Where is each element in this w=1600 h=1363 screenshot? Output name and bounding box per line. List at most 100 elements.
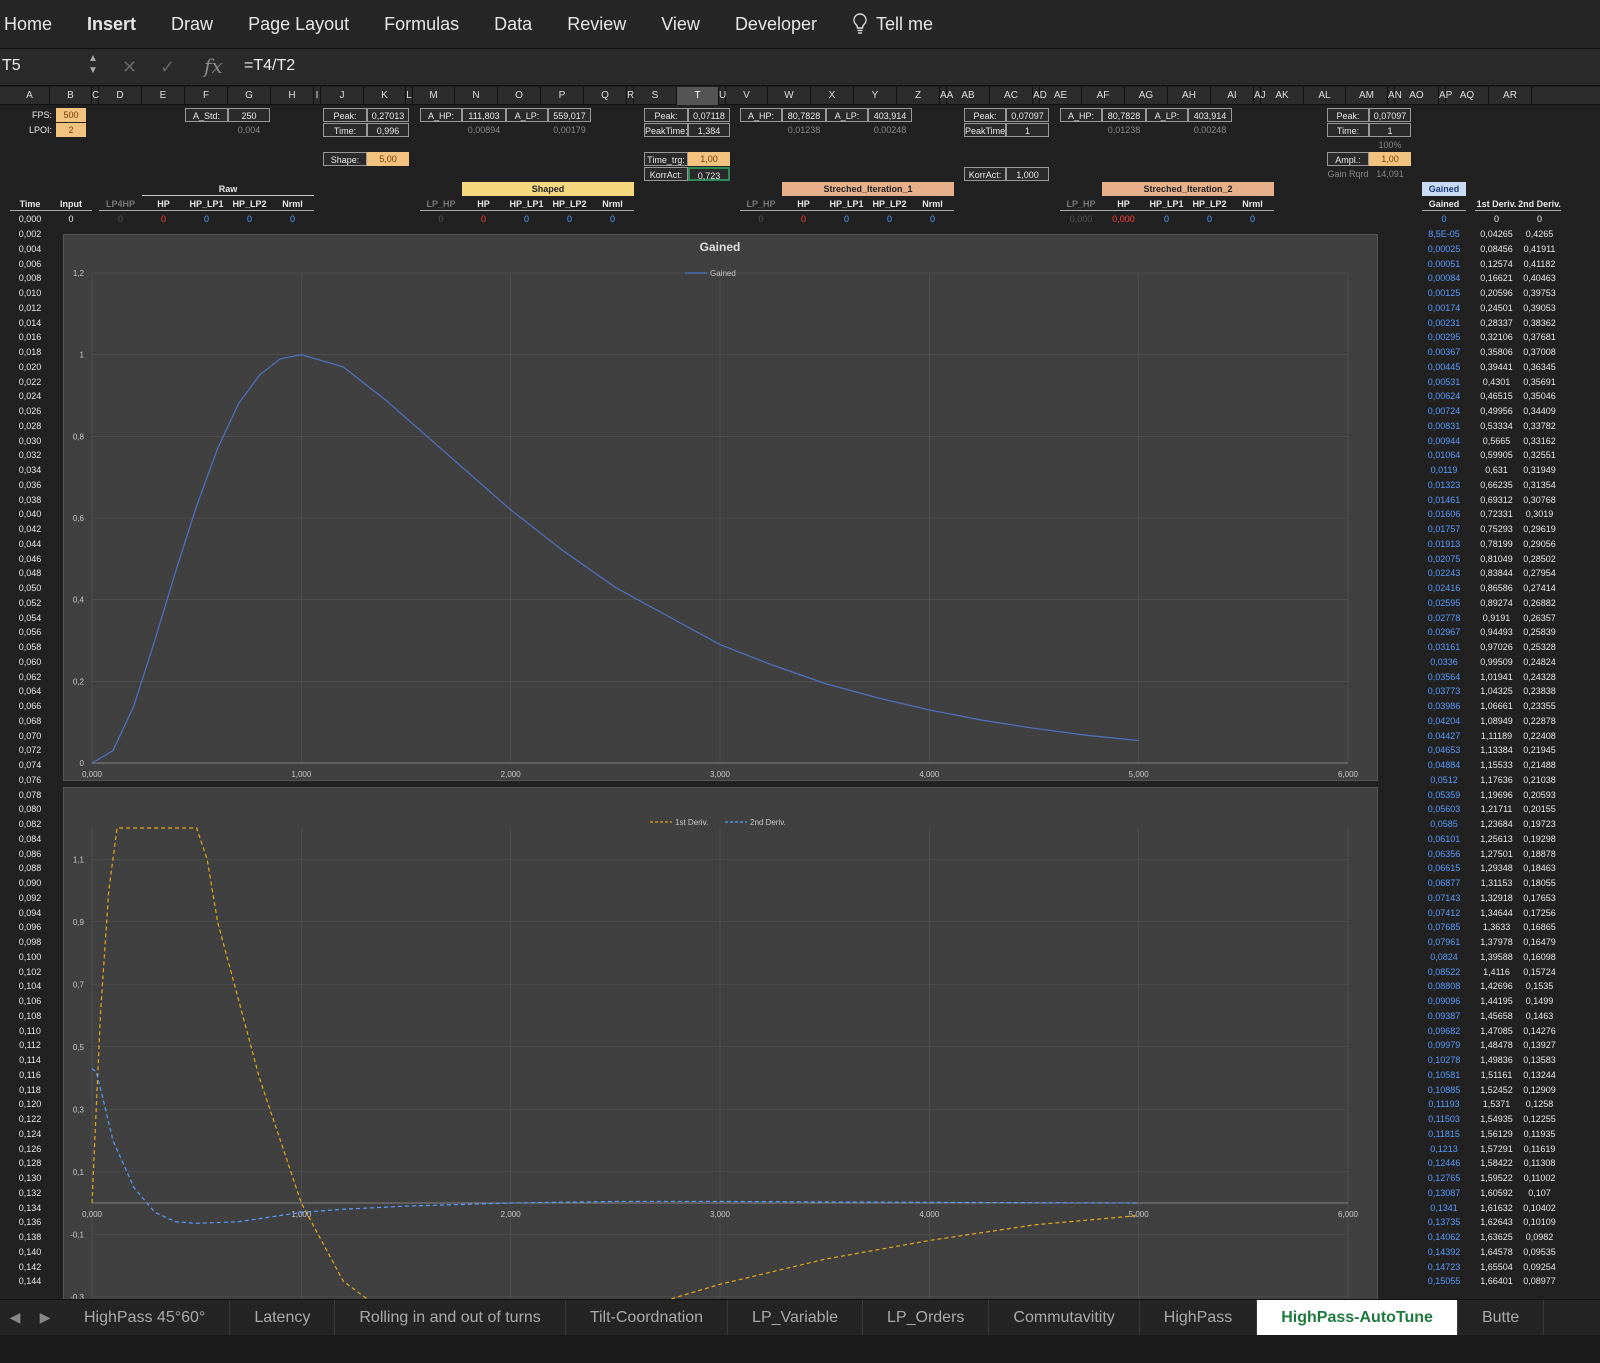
time-cell[interactable]: 0,068 (10, 714, 50, 728)
time-cell[interactable]: 0,024 (10, 389, 50, 403)
column-header-ad[interactable]: AD (1033, 87, 1047, 105)
astd-derived[interactable]: 0,004 (228, 123, 270, 137)
time-cell[interactable]: 0,046 (10, 552, 50, 566)
second-deriv-cell[interactable]: 0,24824 (1518, 655, 1561, 669)
sheet-tab[interactable]: LP_Orders (863, 1299, 990, 1336)
next-sheet-icon[interactable]: ▶ (30, 1309, 60, 1326)
column-header-ak[interactable]: AK (1261, 87, 1304, 105)
second-deriv-cell[interactable]: 0,29056 (1518, 537, 1561, 551)
column-header-al[interactable]: AL (1304, 87, 1346, 105)
gained-cell[interactable]: 0,00531 (1422, 375, 1466, 389)
chart-derivatives[interactable]: -0,3 -0,1 0,1 0,3 0,5 0,7 0,9 1,1 0,000 1,000 2,00… (63, 787, 1378, 1331)
column-header-y[interactable]: Y (854, 87, 897, 105)
first-deriv-cell[interactable]: 1,48478 (1475, 1038, 1518, 1052)
second-deriv-cell[interactable]: 0,28502 (1518, 552, 1561, 566)
gained-cell[interactable]: 0,03986 (1422, 699, 1466, 713)
time-cell[interactable]: 0,038 (10, 493, 50, 507)
percent-am[interactable]: 100% (1369, 138, 1411, 152)
fps-value[interactable]: 500 (56, 108, 86, 122)
second-deriv-cell[interactable]: 0,1535 (1518, 979, 1561, 993)
second-deriv-cell[interactable]: 0,13583 (1518, 1053, 1561, 1067)
first-deriv-cell[interactable]: 1,59522 (1475, 1171, 1518, 1185)
second-deriv-cell[interactable]: 0,22878 (1518, 714, 1561, 728)
second-deriv-cell[interactable]: 0,4265 (1518, 227, 1561, 241)
column-header-k[interactable]: K (364, 87, 406, 105)
first-deriv-cell[interactable]: 1,25613 (1475, 832, 1518, 846)
first-deriv-cell[interactable]: 0,69312 (1475, 493, 1518, 507)
gained-cell[interactable]: 0,06615 (1422, 861, 1466, 875)
gained-cell[interactable]: 0,01323 (1422, 478, 1466, 492)
gained-cell[interactable]: 0,03564 (1422, 670, 1466, 684)
first-deriv-cell[interactable]: 1,64578 (1475, 1245, 1518, 1259)
gained-cell[interactable]: 0,0585 (1422, 817, 1466, 831)
gained-cell[interactable]: 0,00174 (1422, 301, 1466, 315)
column-header-aa[interactable]: AA (940, 87, 953, 105)
first-deriv-cell[interactable]: 1,63625 (1475, 1230, 1518, 1244)
time-cell[interactable]: 0,058 (10, 640, 50, 654)
prev-sheet-icon[interactable]: ◀ (0, 1309, 30, 1326)
time-cell[interactable]: 0,048 (10, 566, 50, 580)
time-cell[interactable]: 0,076 (10, 773, 50, 787)
gained-cell[interactable]: 0,02778 (1422, 611, 1466, 625)
column-header-b[interactable]: B (50, 87, 92, 105)
first-deriv-cell[interactable]: 1,15533 (1475, 758, 1518, 772)
gained-cell[interactable]: 0,05603 (1422, 802, 1466, 816)
second-deriv-cell[interactable]: 0,12909 (1518, 1083, 1561, 1097)
gained-cell[interactable]: 0,07685 (1422, 920, 1466, 934)
time-cell[interactable]: 0,032 (10, 448, 50, 462)
time-cell[interactable]: 0,144 (10, 1274, 50, 1288)
lphp-str2-cell-0[interactable]: 0,000 (1060, 212, 1102, 226)
timetrg-value[interactable]: 1,00 (688, 152, 730, 166)
first-deriv-cell[interactable]: 1,13384 (1475, 743, 1518, 757)
column-header-c[interactable]: C (92, 87, 99, 105)
first-deriv-cell[interactable]: 1,21711 (1475, 802, 1518, 816)
gained-cell[interactable]: 0,01913 (1422, 537, 1466, 551)
time-cell[interactable]: 0,016 (10, 330, 50, 344)
time-cell[interactable]: 0,090 (10, 876, 50, 890)
time-cell[interactable]: 0,106 (10, 994, 50, 1008)
first-deriv-cell[interactable]: 1,54935 (1475, 1112, 1518, 1126)
second-deriv-cell[interactable]: 0,18878 (1518, 847, 1561, 861)
second-deriv-cell[interactable]: 0,38362 (1518, 316, 1561, 330)
time-cell[interactable]: 0,100 (10, 950, 50, 964)
time-cell[interactable]: 0,012 (10, 301, 50, 315)
time-cell[interactable]: 0,124 (10, 1127, 50, 1141)
ahp-value-n[interactable]: 111,803 (462, 108, 506, 122)
hplp1-cell-0[interactable]: 0 (185, 212, 228, 226)
time-cell[interactable]: 0,008 (10, 271, 50, 285)
first-deriv-cell[interactable]: 1,51161 (1475, 1068, 1518, 1082)
gained-cell[interactable]: 0,14392 (1422, 1245, 1466, 1259)
gained-cell[interactable]: 0,00724 (1422, 404, 1466, 418)
column-header-af[interactable]: AF (1082, 87, 1125, 105)
first-deriv-cell[interactable]: 1,39588 (1475, 950, 1518, 964)
time-cell[interactable]: 0,028 (10, 419, 50, 433)
gain-rqrd-value[interactable]: 14,091 (1369, 167, 1411, 181)
first-deriv-cell[interactable]: 0,46515 (1475, 389, 1518, 403)
column-header-aq[interactable]: AQ (1446, 87, 1489, 105)
sheet-tab[interactable]: Commutavitity (989, 1299, 1140, 1336)
gained-cell[interactable]: 0,06101 (1422, 832, 1466, 846)
first-deriv-cell[interactable]: 0,66235 (1475, 478, 1518, 492)
time-cell[interactable]: 0,118 (10, 1083, 50, 1097)
time-cell[interactable]: 0,064 (10, 684, 50, 698)
sheet-tab[interactable]: Butte (1458, 1299, 1545, 1336)
second-deriv-cell[interactable]: 0,15724 (1518, 965, 1561, 979)
second-deriv-cell[interactable]: 0,40463 (1518, 271, 1561, 285)
column-header-r[interactable]: R (627, 87, 634, 105)
second-deriv-cell[interactable]: 0,27414 (1518, 581, 1561, 595)
first-deriv-cell[interactable]: 0,83844 (1475, 566, 1518, 580)
second-deriv-cell[interactable]: 0,08977 (1518, 1274, 1561, 1288)
hplp2-str2-cell-0[interactable]: 0 (1188, 212, 1231, 226)
time-cell[interactable]: 0,096 (10, 920, 50, 934)
hp-cell-0[interactable]: 0 (142, 212, 185, 226)
cancel-icon[interactable]: ✕ (122, 57, 137, 78)
time-cell[interactable]: 0,034 (10, 463, 50, 477)
column-header-j[interactable]: J (321, 87, 364, 105)
gained-cell[interactable]: 0,0336 (1422, 655, 1466, 669)
gained-cell[interactable]: 0,12446 (1422, 1156, 1466, 1170)
column-header-ae[interactable]: AE (1040, 87, 1082, 105)
time-cell[interactable]: 0,082 (10, 817, 50, 831)
time-cell[interactable]: 0,102 (10, 965, 50, 979)
second-deriv-cell[interactable]: 0,33162 (1518, 434, 1561, 448)
gained-cell[interactable]: 0,02075 (1422, 552, 1466, 566)
